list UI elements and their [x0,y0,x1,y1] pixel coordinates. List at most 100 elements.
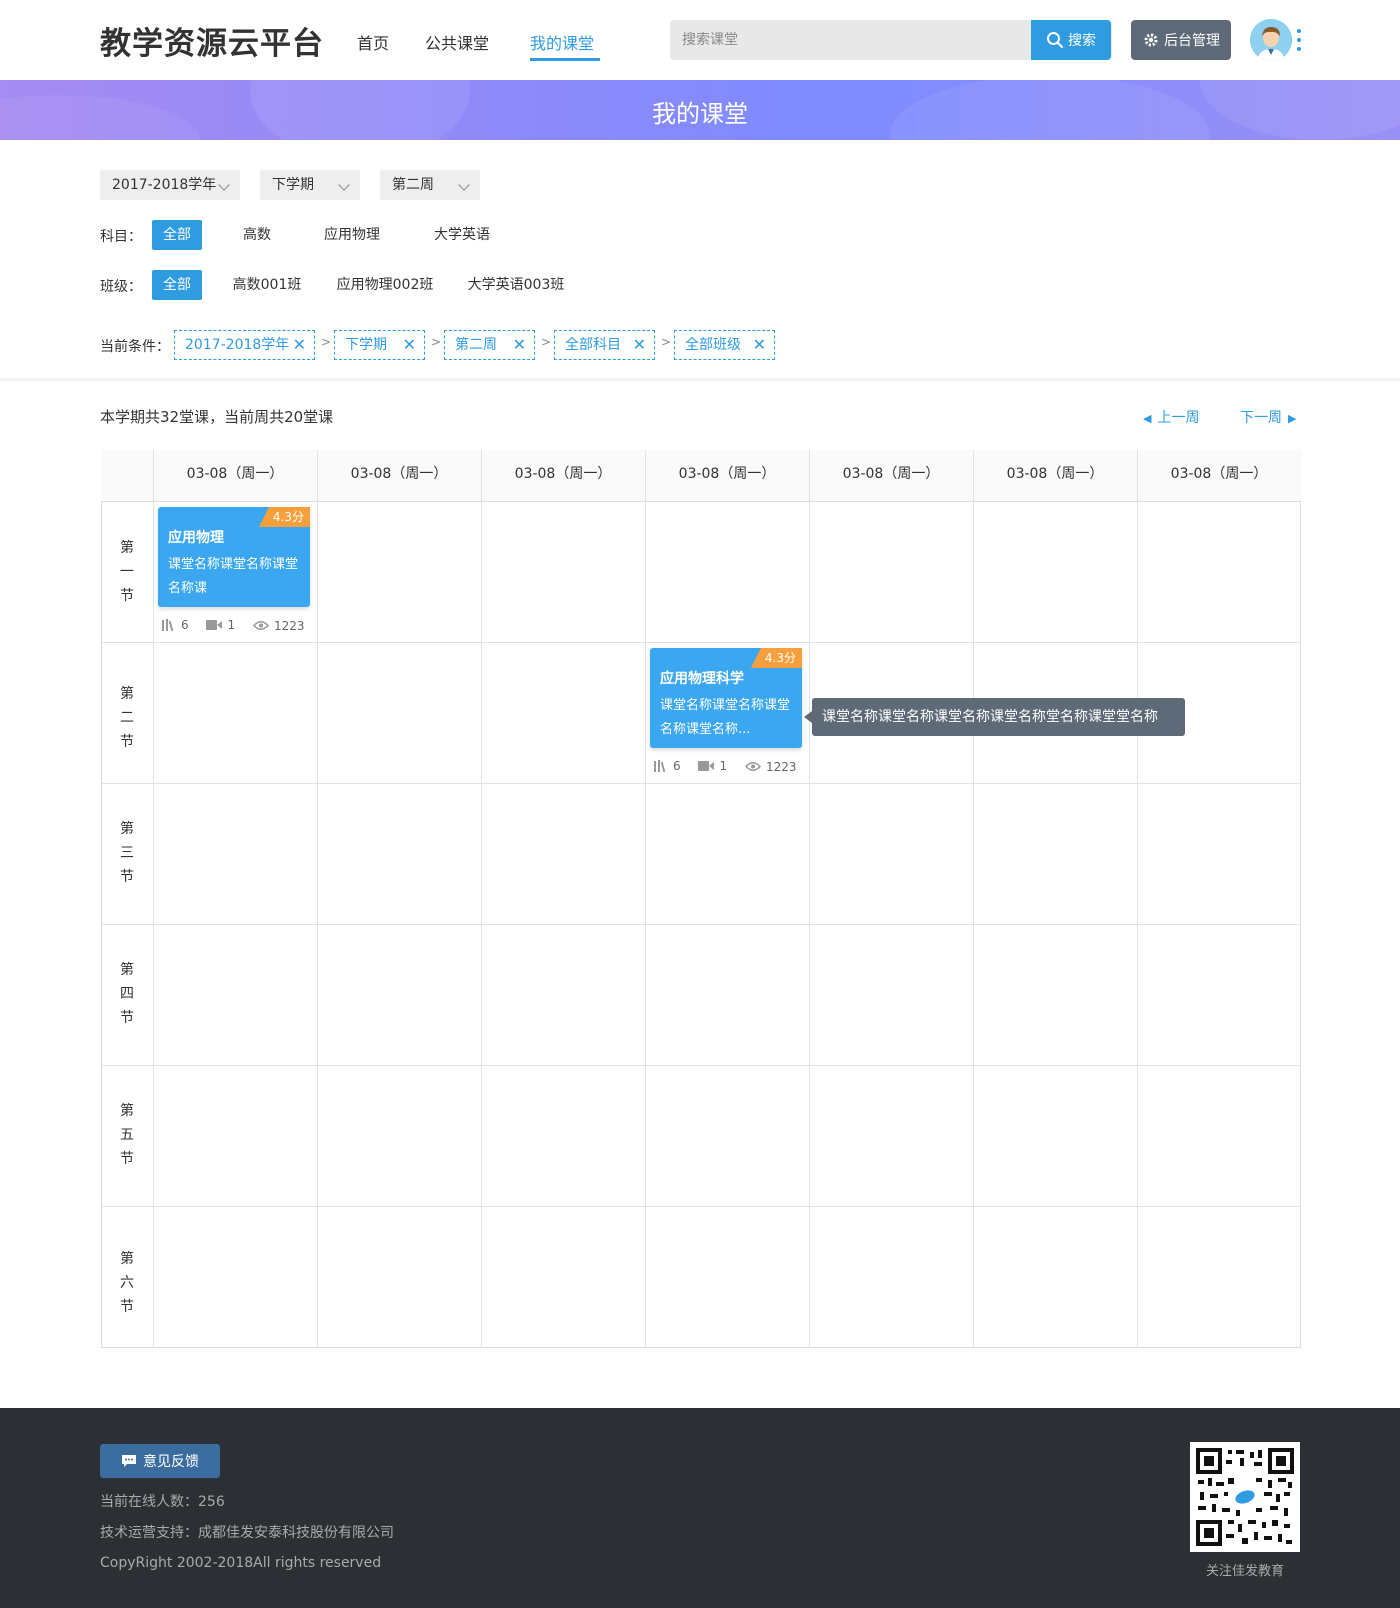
subject-filter-label: 科目： [100,229,142,245]
banner-title: 我的课堂 [652,100,748,128]
course-stats: 6 1 1223 [162,618,318,634]
day-header: 03-08（周一） [514,466,612,482]
qr-code [1190,1442,1300,1552]
subject-chip-all[interactable]: 全部 [152,220,202,250]
subject-chip-english[interactable]: 大学英语 [422,220,502,250]
class-chip-english003[interactable]: 大学英语003班 [462,270,570,300]
period-char: 节 [120,1010,134,1026]
week-select[interactable]: 第二周 [380,170,480,200]
next-week-label: 下一周 [1240,410,1282,426]
period-char: 第 [120,962,134,978]
search-button-label: 搜索 [1068,33,1096,49]
grid-line [101,642,1301,643]
condition-separator: > [661,335,672,349]
feedback-button[interactable]: 意见反馈 [100,1444,220,1478]
period-char: 第 [120,1251,134,1267]
period-label: 第五节 [101,1099,153,1171]
class-chip-all[interactable]: 全部 [152,270,202,300]
grid-line [809,450,810,1348]
search-input[interactable] [670,20,1032,60]
prev-week-label: 上一周 [1157,410,1200,426]
books-icon [162,619,174,631]
grid-line [1137,450,1138,1348]
videos-count: 1 [227,618,236,632]
caret-left-icon: ◀ [1143,412,1152,425]
term-select-value: 下学期 [272,177,314,193]
condition-tag-year[interactable]: 2017-2018学年 ✕ [174,330,315,360]
search-icon [1047,32,1063,48]
condition-tag-label: 全部科目 [565,337,621,353]
period-char: 节 [120,1151,134,1167]
nav-home[interactable]: 首页 [357,30,389,54]
period-char: 五 [120,1127,134,1143]
video-camera-icon [206,620,223,630]
condition-tag-label: 下学期 [345,337,387,353]
period-char: 节 [120,734,134,750]
videos-stat: 1 [206,618,235,632]
class-filter-label: 班级： [100,279,142,295]
close-icon[interactable]: ✕ [753,331,766,359]
course-title: 应用物理 [168,530,224,546]
course-description: 课堂名称课堂名称课堂名称课堂名称... [660,698,791,737]
day-header: 03-08（周一） [1006,466,1104,482]
grid-line [481,450,482,1348]
admin-button[interactable]: 后台管理 [1131,20,1231,60]
copyright-text: CopyRight 2002-2018All rights reserved [100,1555,382,1571]
period-char: 节 [120,869,134,885]
period-char: 第 [120,1103,134,1119]
rating-badge: 4.3分 [750,648,802,668]
views-count: 1223 [765,759,797,774]
page-banner: 我的课堂 [0,80,1400,140]
term-select[interactable]: 下学期 [260,170,360,200]
condition-tag-week[interactable]: 第二周 ✕ [444,330,535,360]
close-icon[interactable]: ✕ [293,331,306,359]
chevron-down-icon [458,179,470,191]
condition-tag-label: 全部班级 [685,337,741,353]
nav-my-classes[interactable]: 我的课堂 [530,30,594,54]
online-users-text: 当前在线人数：256 [100,1494,225,1510]
condition-separator: > [541,335,552,349]
period-label: 第二节 [101,682,153,754]
class-chip-physics002[interactable]: 应用物理002班 [332,270,438,300]
condition-tag-term[interactable]: 下学期 ✕ [334,330,425,360]
course-card[interactable]: 4.3分 应用物理 课堂名称课堂名称课堂名称课 [158,507,310,607]
condition-tag-class[interactable]: 全部班级 ✕ [674,330,775,360]
resources-count: 6 [181,618,189,632]
course-description: 课堂名称课堂名称课堂名称课 [168,557,299,596]
site-logo[interactable]: 教学资源云平台 [100,18,324,63]
support-text: 技术运营支持：成都佳发安泰科技股份有限公司 [100,1525,394,1541]
search-button[interactable]: 搜索 [1031,20,1111,60]
grid-line [101,1206,1301,1207]
day-header: 03-08（周一） [842,466,940,482]
class-chip-math001[interactable]: 高数001班 [226,270,308,300]
close-icon[interactable]: ✕ [513,331,526,359]
close-icon[interactable]: ✕ [403,331,416,359]
close-icon[interactable]: ✕ [633,331,646,359]
course-card[interactable]: 4.3分 应用物理科学 课堂名称课堂名称课堂名称课堂名称... [650,648,802,748]
user-avatar[interactable] [1250,19,1292,61]
grid-line [101,783,1301,784]
condition-tag-subject[interactable]: 全部科目 ✕ [554,330,655,360]
resources-stat: 6 [654,759,681,773]
course-title: 应用物理科学 [660,671,744,687]
subject-chip-math[interactable]: 高数 [232,220,282,250]
year-select[interactable]: 2017-2018学年 [100,170,240,200]
next-week-button[interactable]: 下一周 ▶ [1240,407,1296,427]
resources-count: 6 [673,759,681,773]
nav-public-classes[interactable]: 公共课堂 [425,30,489,54]
period-char: 二 [120,710,134,726]
course-summary: 本学期共32堂课，当前周共20堂课 [100,408,334,426]
more-menu-icon[interactable] [1297,27,1301,55]
feedback-button-label: 意见反馈 [143,1454,199,1470]
day-header: 03-08（周一） [186,466,284,482]
period-char: 第 [120,686,134,702]
rating-badge: 4.3分 [258,507,310,527]
prev-week-button[interactable]: ◀ 上一周 [1143,407,1199,427]
views-stat: 1223 [252,619,304,633]
grid-line [973,450,974,1348]
condition-separator: > [321,335,332,349]
grid-line [317,450,318,1348]
period-char: 节 [120,588,134,604]
period-label: 第六节 [101,1247,153,1319]
subject-chip-physics[interactable]: 应用物理 [312,220,392,250]
